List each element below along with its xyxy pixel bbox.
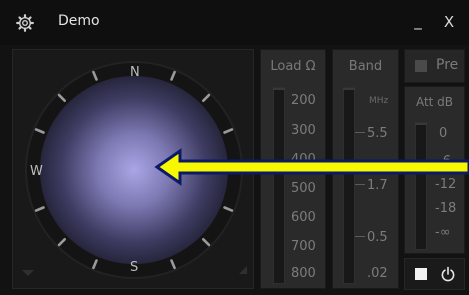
power-checkbox[interactable] (415, 268, 427, 280)
power-panel (404, 258, 465, 290)
att-label-inf: -∞ (435, 225, 451, 240)
att-slider-track[interactable] (415, 122, 427, 250)
band-tick-5-5 (355, 132, 365, 133)
att-label-0: 0 (439, 126, 448, 141)
close-button[interactable]: X (440, 12, 458, 32)
att-slider-handle[interactable] (415, 123, 427, 125)
band-label-0-5: 0.5 (367, 230, 388, 245)
load-slider-handle[interactable] (273, 88, 285, 90)
compass-panel: N S W (12, 49, 254, 289)
att-label-6: -6 (438, 154, 451, 169)
compass-north-label: N (130, 65, 140, 80)
pre-checkbox[interactable] (415, 60, 427, 72)
load-label-700: 700 (291, 239, 316, 254)
compass-dial[interactable] (13, 50, 255, 290)
pre-toggle-button[interactable]: Pre (404, 49, 465, 83)
compass-south-label: S (130, 260, 139, 275)
att-slider-title: Att dB (415, 95, 454, 109)
band-slider-handle[interactable] (343, 88, 355, 90)
corner-left-marker (22, 270, 34, 276)
att-label-18: -18 (435, 201, 457, 216)
band-slider-track[interactable] (343, 87, 355, 284)
title-bar: Demo _ X (0, 0, 469, 45)
compass-west-label: W (30, 164, 43, 179)
minimize-button[interactable]: _ (410, 10, 426, 32)
gear-icon[interactable] (16, 14, 34, 32)
load-slider-title: Load Ω (270, 59, 316, 74)
att-label-12: -12 (435, 177, 457, 192)
band-slider-panel: Band MHz 5.5 1.7 0.5 .02 (332, 49, 399, 289)
app-window: Demo _ X N S W Load Ω 200 300 400 500 60… (0, 0, 469, 295)
band-slider-title: Band (348, 59, 383, 74)
power-icon[interactable] (440, 266, 456, 282)
load-label-800: 800 (291, 266, 316, 281)
band-label-002: .02 (367, 266, 388, 281)
load-label-600: 600 (291, 210, 316, 225)
load-label-300: 300 (291, 123, 316, 138)
corner-right-marker (239, 266, 247, 274)
load-slider-track[interactable] (273, 87, 285, 284)
window-title: Demo (58, 13, 100, 29)
band-label-5-5: 5.5 (367, 126, 388, 141)
load-label-500: 500 (291, 181, 316, 196)
band-tick-1-7 (355, 184, 365, 185)
band-label-1-7: 1.7 (367, 178, 388, 193)
pre-label: Pre (436, 57, 459, 73)
band-unit-label: MHz (369, 96, 389, 106)
load-label-400: 400 (291, 152, 316, 167)
att-slider-panel: Att dB 0 -6 -12 -18 -∞ (404, 86, 465, 254)
load-label-200: 200 (291, 93, 316, 108)
band-tick-0-5 (355, 236, 365, 237)
load-slider-panel: Load Ω 200 300 400 500 600 700 800 (260, 49, 326, 289)
